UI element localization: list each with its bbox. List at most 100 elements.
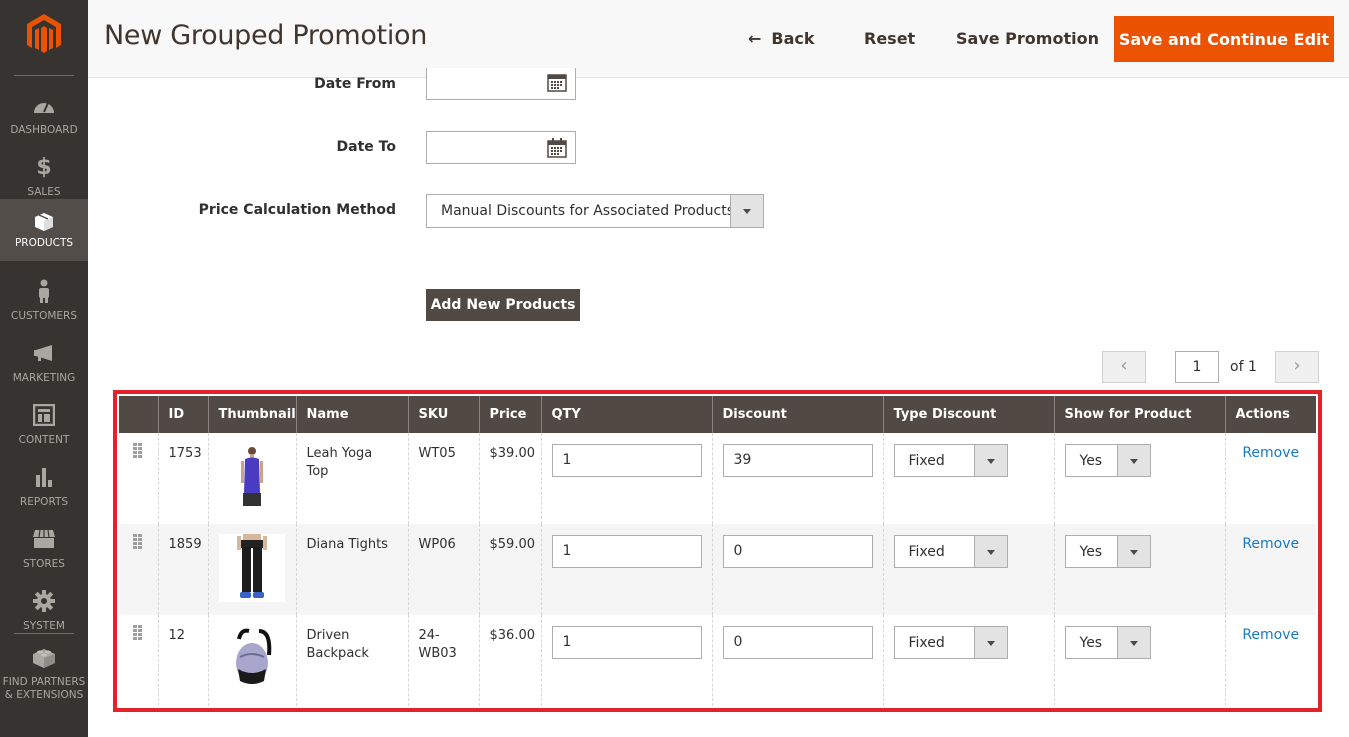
sidebar-item-stores[interactable]: STORES [0,520,88,582]
save-and-continue-button[interactable]: Save and Continue Edit [1114,16,1334,62]
sidebar-item-products[interactable]: PRODUCTS [0,199,88,261]
box-icon [0,209,88,235]
tights-image [218,534,285,602]
column-header-show-for-product: Show for Product [1053,396,1225,433]
add-new-products-button[interactable]: Add New Products [426,289,580,321]
sidebar-item-content[interactable]: CONTENT [0,396,88,458]
layout-icon [0,402,88,428]
arrow-left-icon: ← [748,29,762,48]
show-for-product-select[interactable]: Yes [1064,444,1151,477]
qty-input[interactable]: 1 [551,444,702,477]
cell-name: Leah Yoga Top [295,433,408,524]
drag-handle-icon[interactable] [133,534,142,549]
page-header: New Grouped Promotion ← Back Reset Save P… [88,0,1349,78]
page-title: New Grouped Promotion [104,20,428,51]
chevron-down-icon[interactable] [973,627,1007,658]
pager-prev-button[interactable]: ‹ [1102,351,1146,383]
remove-link[interactable]: Remove [1236,535,1307,553]
gear-icon [0,588,88,614]
chevron-down-icon[interactable] [973,445,1007,476]
storefront-icon [0,526,88,552]
cell-price: $59.00 [478,524,541,615]
cell-price: $36.00 [478,615,541,706]
cell-sku: 24- WB03 [407,615,479,706]
sidebar-item-label: FIND PARTNERS [2,676,86,688]
remove-link[interactable]: Remove [1236,444,1307,462]
qty-input[interactable]: 1 [551,626,702,659]
type-discount-select[interactable]: Fixed [893,444,1008,477]
dollar-icon: $ [36,154,52,180]
dashboard-gauge-icon [0,92,88,118]
discount-input[interactable]: 39 [722,444,873,477]
megaphone-icon [0,340,88,366]
column-header-discount: Discount [711,396,883,433]
cell-price: $39.00 [478,433,541,524]
qty-input[interactable]: 1 [551,535,702,568]
discount-input[interactable]: 0 [722,535,873,568]
yoga-top-image [218,443,285,511]
sidebar-item-customers[interactable]: CUSTOMERS [0,272,88,334]
sidebar-item-system[interactable]: SYSTEM [0,582,88,644]
cell-sku: WT05 [407,433,479,524]
type-discount-select[interactable]: Fixed [893,535,1008,568]
sidebar-item-dashboard[interactable]: DASHBOARD [0,86,88,148]
price-calculation-method-select[interactable]: Manual Discounts for Associated Products [426,194,764,228]
column-header-drag [119,396,158,433]
person-icon [0,278,88,304]
table-row: 12 Driven Backpack 24- WB03 $36.00 1 0 Fi… [119,615,1316,706]
date-from-label: Date From [314,76,396,92]
chevron-down-icon[interactable] [973,536,1007,567]
reset-button[interactable]: Reset [864,16,915,62]
chevron-down-icon[interactable] [1116,536,1150,567]
column-header-sku[interactable]: SKU [407,396,479,433]
sidebar-divider [14,633,74,634]
save-promotion-button[interactable]: Save Promotion [956,16,1099,62]
admin-sidebar: DASHBOARD $ SALES PRODUCTS CUSTOMERS MAR… [0,0,88,737]
sidebar-item-find-partners[interactable]: FIND PARTNERS & EXTENSIONS [0,640,88,720]
sidebar-item-marketing[interactable]: MARKETING [0,334,88,396]
drag-handle-icon[interactable] [133,625,142,640]
column-header-id[interactable]: ID [157,396,208,433]
discount-input[interactable]: 0 [722,626,873,659]
bar-chart-icon [0,464,88,490]
cell-id: 1859 [157,524,208,615]
sidebar-item-reports[interactable]: REPORTS [0,458,88,520]
chevron-down-icon[interactable] [730,195,763,227]
associated-products-grid: ID Thumbnail Name SKU Price QTY Discount… [119,396,1316,706]
show-for-product-select[interactable]: Yes [1064,626,1151,659]
drag-handle-icon[interactable] [133,443,142,458]
cell-sku: WP06 [407,524,479,615]
date-to-label: Date To [336,139,396,155]
price-calculation-method-label: Price Calculation Method [198,202,396,218]
cell-name: Driven Backpack [295,615,408,706]
column-header-qty: QTY [540,396,712,433]
column-header-actions: Actions [1224,396,1316,433]
calendar-icon[interactable] [547,72,567,92]
backpack-image [218,625,285,693]
table-row: 1753 Leah Yoga Top WT05 $39.00 1 39 Fixe… [119,433,1316,524]
pager-next-button[interactable]: › [1275,351,1319,383]
chevron-down-icon[interactable] [1116,445,1150,476]
sidebar-divider [14,75,74,76]
cell-name: Diana Tights [295,524,408,615]
back-button[interactable]: ← Back [748,16,815,62]
grid-header-row: ID Thumbnail Name SKU Price QTY Discount… [119,396,1316,433]
table-row: 1859 Diana Tights WP06 $59.00 1 0 Fixed … [119,524,1316,615]
pager-total-label: of 1 [1230,359,1257,375]
show-for-product-select[interactable]: Yes [1064,535,1151,568]
type-discount-select[interactable]: Fixed [893,626,1008,659]
calendar-icon[interactable] [547,138,567,158]
pager-page-input[interactable]: 1 [1175,351,1219,383]
date-from-input[interactable] [426,68,576,100]
remove-link[interactable]: Remove [1236,626,1307,644]
column-header-price[interactable]: Price [478,396,541,433]
column-header-type-discount: Type Discount [882,396,1054,433]
date-to-input[interactable] [426,131,576,164]
sidebar-item-label: & EXTENSIONS [4,689,84,701]
cell-id: 1753 [157,433,208,524]
column-header-thumbnail: Thumbnail [207,396,296,433]
magento-logo-icon[interactable] [24,12,64,56]
lego-brick-icon [0,644,88,670]
column-header-name[interactable]: Name [295,396,408,433]
chevron-down-icon[interactable] [1116,627,1150,658]
